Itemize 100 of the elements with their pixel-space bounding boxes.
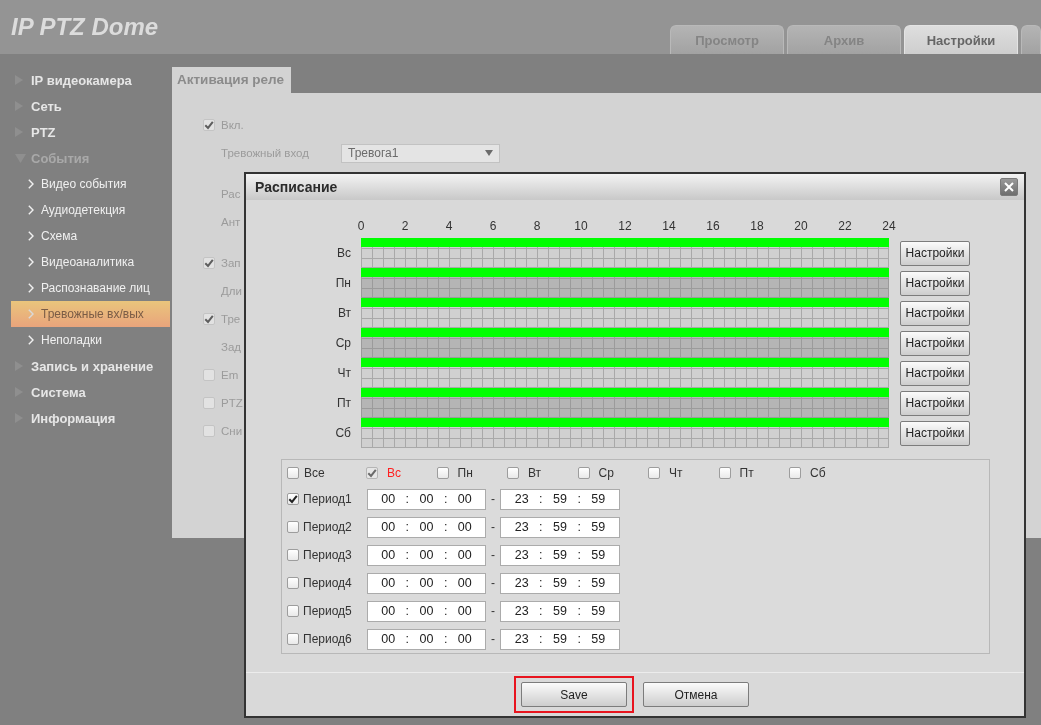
caret-icon: [485, 150, 493, 156]
tab[interactable]: Настройки: [904, 25, 1018, 54]
day-label: Чт: [337, 366, 351, 380]
chevron-icon: [28, 179, 34, 189]
time-field[interactable]: 00 : 00 : 00: [367, 600, 486, 622]
settings-button[interactable]: Настройки: [900, 240, 970, 266]
submenu-item[interactable]: Распознавание лиц: [11, 275, 154, 301]
chevron-icon: [28, 257, 34, 267]
checkbox[interactable]: [287, 521, 299, 533]
checkbox[interactable]: [203, 313, 215, 325]
hour-label: 18: [750, 219, 764, 233]
checkbox[interactable]: [287, 466, 299, 479]
time-field[interactable]: 00 : 00 : 00: [367, 488, 486, 510]
hour-label: 24: [882, 219, 896, 233]
checkbox[interactable]: [507, 466, 519, 479]
chevron-icon: [28, 231, 34, 241]
checkbox[interactable]: [648, 466, 660, 479]
checkbox[interactable]: [287, 549, 299, 561]
hour-label: 2: [401, 219, 409, 233]
schedule-track[interactable]: [361, 358, 889, 388]
settings-button[interactable]: Настройки: [900, 390, 970, 416]
time-field[interactable]: 00 : 00 : 00: [367, 628, 486, 650]
range-separator: -: [491, 576, 495, 590]
hour-label: 0: [357, 219, 365, 233]
settings-button[interactable]: Настройки: [900, 420, 970, 446]
schedule-track[interactable]: [361, 238, 889, 268]
schedule-track[interactable]: [361, 328, 889, 358]
close-icon: [1004, 182, 1014, 192]
time-field[interactable]: 00 : 00 : 00: [367, 544, 486, 566]
hour-label: 20: [794, 219, 808, 233]
checkbox[interactable]: [287, 633, 299, 645]
close-button[interactable]: [1000, 178, 1018, 196]
checkbox-label: Пт: [739, 465, 754, 480]
submenu-item[interactable]: Видео события: [11, 171, 131, 197]
hour-label: 14: [662, 219, 676, 233]
checkbox[interactable]: [203, 119, 215, 131]
field-label: Зад: [221, 341, 242, 353]
dropdown[interactable]: Тревога1: [341, 143, 500, 163]
time-field[interactable]: 23 : 59 : 59: [500, 544, 620, 566]
range-separator: -: [491, 604, 495, 618]
hour-label: 6: [489, 219, 497, 233]
checkbox-label: Ср: [598, 465, 614, 480]
checkbox[interactable]: [287, 493, 299, 505]
range-separator: -: [491, 632, 495, 646]
hour-label: 16: [706, 219, 720, 233]
chevron-icon: [28, 309, 34, 319]
time-field[interactable]: 00 : 00 : 00: [367, 516, 486, 538]
schedule-track[interactable]: [361, 268, 889, 298]
settings-button[interactable]: Настройки: [900, 300, 970, 326]
checkbox-label: Вс: [387, 465, 401, 480]
checkbox[interactable]: [718, 466, 731, 479]
checkbox-label: Период4: [303, 576, 352, 590]
checkbox[interactable]: [436, 466, 449, 479]
checkbox-label: Em: [221, 369, 239, 381]
chevron-icon: [28, 283, 34, 293]
checkbox-label: Период3: [303, 548, 352, 562]
submenu-item[interactable]: Схема: [11, 223, 82, 249]
tab[interactable]: [1021, 25, 1041, 54]
schedule-track[interactable]: [361, 298, 889, 328]
day-label: Сб: [335, 426, 351, 440]
checkbox[interactable]: [789, 466, 801, 479]
hour-label: 12: [618, 219, 632, 233]
day-label: Вс: [337, 246, 351, 260]
time-field[interactable]: 23 : 59 : 59: [500, 572, 620, 594]
submenu-item[interactable]: Неполадки: [11, 327, 106, 353]
app-title: IP PTZ Dome: [11, 13, 159, 41]
schedule-track[interactable]: [361, 418, 889, 448]
checkbox-label: Период6: [303, 632, 352, 646]
dialog-button[interactable]: Save: [521, 682, 627, 707]
time-field[interactable]: 23 : 59 : 59: [500, 516, 620, 538]
checkbox-label: Сб: [810, 465, 826, 480]
checkbox-label: Чт: [669, 465, 683, 480]
checkbox[interactable]: [287, 605, 299, 617]
checkbox[interactable]: [203, 257, 215, 269]
hour-label: 8: [533, 219, 541, 233]
time-field[interactable]: 00 : 00 : 00: [367, 572, 486, 594]
schedule-track[interactable]: [361, 388, 889, 418]
checkbox[interactable]: [287, 577, 299, 589]
hour-label: 22: [838, 219, 852, 233]
field-label: Ант: [221, 216, 241, 228]
day-label: Пн: [335, 276, 351, 290]
time-field[interactable]: 23 : 59 : 59: [500, 600, 620, 622]
settings-button[interactable]: Настройки: [900, 270, 970, 296]
checkbox[interactable]: [577, 466, 590, 479]
checkbox-label: Вт: [528, 465, 542, 480]
settings-button[interactable]: Настройки: [900, 330, 970, 356]
dialog-button[interactable]: Отмена: [643, 682, 749, 707]
settings-button[interactable]: Настройки: [900, 360, 970, 386]
time-field[interactable]: 23 : 59 : 59: [500, 628, 620, 650]
submenu-item[interactable]: Аудиодетекция: [11, 197, 130, 223]
submenu-item[interactable]: Видеоаналитика: [11, 249, 139, 275]
checkbox-label: Период2: [303, 520, 352, 534]
hour-label: 10: [574, 219, 588, 233]
range-separator: -: [491, 548, 495, 562]
checkbox-label: Зап: [221, 257, 241, 269]
checkbox-label: Вкл.: [221, 119, 244, 131]
checkbox-label: Период1: [303, 492, 352, 506]
chevron-icon: [28, 205, 34, 215]
time-field[interactable]: 23 : 59 : 59: [500, 488, 620, 510]
field-label: Рас: [221, 188, 241, 200]
